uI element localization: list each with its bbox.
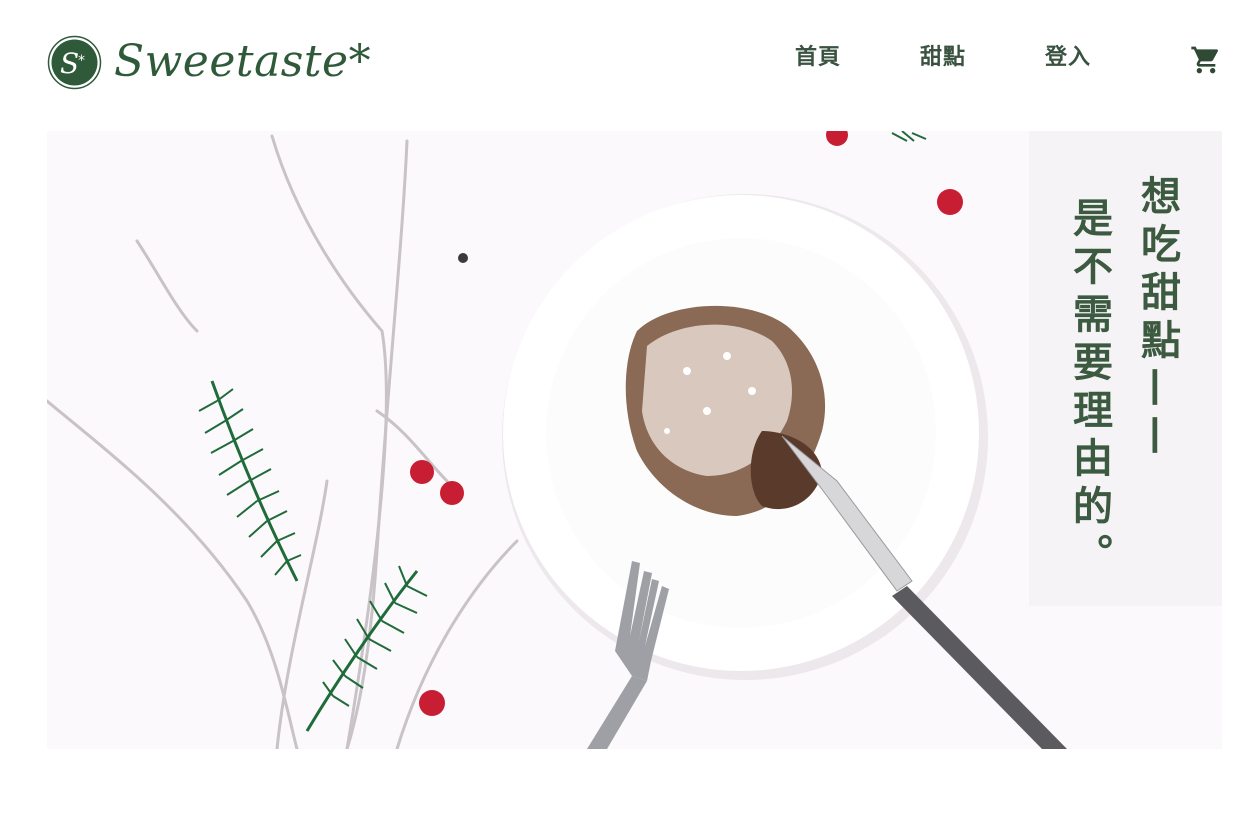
hero-headline-line2: 是不需要理由的。 [1066, 197, 1113, 581]
nav-item-desserts[interactable]: 甜點 [920, 40, 966, 76]
hero-banner: 想吃甜點—— 是不需要理由的。 [47, 131, 1222, 749]
brand-name: Sweetaste* [114, 36, 372, 87]
hero-headline-panel [1029, 131, 1222, 606]
cart-icon[interactable] [1190, 44, 1222, 76]
svg-text:S: S [60, 47, 79, 80]
nav-item-login[interactable]: 登入 [1045, 40, 1091, 76]
svg-text:*: * [78, 53, 85, 69]
branch-illustration [47, 134, 519, 749]
brand-logo[interactable]: S * Sweetaste* [47, 34, 371, 90]
hero-headline-line1: 想吃甜點—— [1134, 175, 1181, 463]
logo-mark-icon: S * [47, 35, 102, 89]
site-header: S * Sweetaste* 首頁 甜點 登入 [0, 0, 1234, 124]
nav-item-home[interactable]: 首頁 [795, 40, 841, 76]
